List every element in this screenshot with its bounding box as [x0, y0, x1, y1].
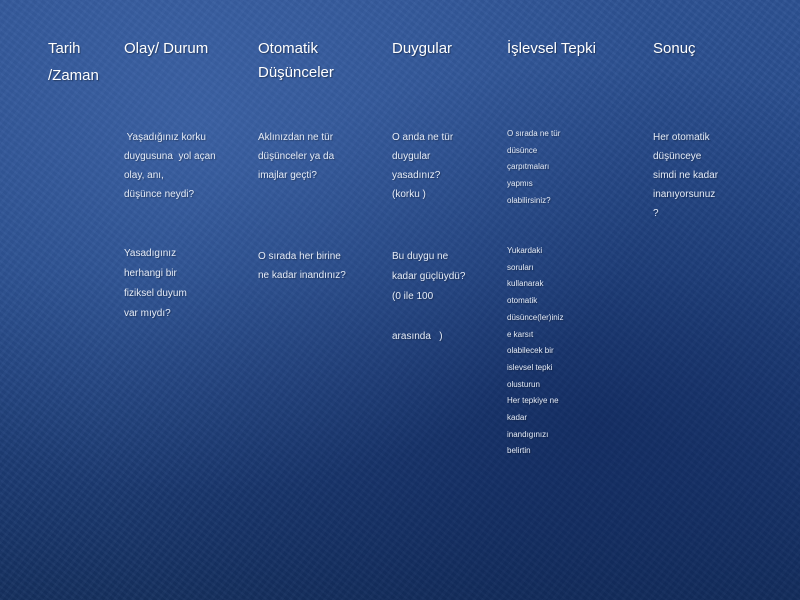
row1-otomatik-line: düşünceler ya da — [258, 151, 335, 162]
header-sonuc-line-1: Sonuç — [653, 40, 696, 57]
row1-otomatik-cell: Aklınızdan ne tür düşünceler ya da imajl… — [258, 128, 334, 185]
row2-islevsel-line: otomatik — [507, 296, 538, 306]
row2-islevsel-line: Yukardaki — [507, 246, 543, 255]
slide: Tarih /Zaman Olay/ Durum Otomatik Düşünc… — [0, 0, 800, 600]
row2-islevsel-line: olusturun — [507, 379, 540, 389]
row1-olay-line: olay, anı, — [124, 170, 164, 181]
row1-duygular-line: duygular — [392, 151, 431, 162]
row2-islevsel-line: e karsıt — [507, 329, 534, 339]
header-tarih-line-1: Tarih — [48, 40, 81, 57]
row2-otomatik-line: O sırada her birine — [258, 251, 341, 262]
header-olay-line-1: Olay/ Durum — [124, 40, 209, 57]
row2-otomatik-cell: O sırada her birine ne kadar inandınız? — [258, 247, 346, 285]
row1-islevsel-line: çarpıtmaları — [507, 162, 550, 172]
row1-islevsel-line: olabilirsiniz? — [507, 195, 551, 205]
row2-duygular-line: kadar güçlüydü? — [392, 271, 466, 282]
row1-duygular-line: (korku ) — [392, 189, 426, 200]
row1-duygular-cell: O anda ne tür duygular yasadınız? (korku… — [392, 128, 453, 204]
row2-duygular-cell: Bu duygu ne kadar güçlüydü? (0 ile 100 a… — [392, 247, 465, 347]
row1-islevsel-line: O sırada ne tür — [507, 129, 561, 138]
row1-olay-line: duygusuna yol açan — [124, 151, 216, 162]
row1-sonuc-line: simdi ne kadar — [653, 170, 719, 181]
row2-duygular-line: Bu duygu ne — [392, 251, 449, 262]
row1-otomatik-line: Aklınızdan ne tür — [258, 132, 334, 143]
header-islevsel-line-1: İşlevsel Tepki — [507, 40, 596, 57]
header-sonuc: Sonuç — [653, 37, 696, 61]
row2-olay-cell: Yasadıgınız herhangi bir fiziksel duyum … — [124, 244, 187, 324]
row1-sonuc-cell: Her otomatik düşünceye simdi ne kadar in… — [653, 128, 718, 223]
row2-otomatik-line: ne kadar inandınız? — [258, 270, 346, 281]
row1-sonuc-line: Her otomatik — [653, 132, 710, 143]
header-otomatik-line-1: Otomatik — [258, 40, 319, 57]
row1-otomatik-line: imajlar geçti? — [258, 170, 317, 181]
row2-islevsel-line: inandıgınızı — [507, 429, 549, 439]
header-duygular-line-1: Duygular — [392, 40, 453, 57]
row2-islevsel-line: Her tepkiye ne — [507, 396, 559, 406]
row2-islevsel-line: islevsel tepki — [507, 362, 553, 372]
row2-olay-line: herhangi bir — [124, 268, 177, 279]
row1-sonuc-line: inanıyorsunuz — [653, 189, 716, 200]
header-otomatik: Otomatik Düşünceler — [258, 37, 334, 85]
row1-islevsel-cell: O sırada ne tür düsünce çarpıtmaları yap… — [507, 126, 560, 210]
row1-olay-line: düşünce neydi? — [124, 189, 195, 200]
header-otomatik-line-2: Düşünceler — [258, 64, 334, 81]
row2-islevsel-line: düsünce(ler)iniz — [507, 312, 564, 322]
row2-islevsel-cell: Yukardaki soruları kullanarak otomatik d… — [507, 243, 563, 460]
row2-islevsel-line: kadar — [507, 413, 528, 423]
row1-sonuc-line: düşünceye — [653, 151, 702, 162]
header-duygular: Duygular — [392, 37, 452, 61]
header-olay: Olay/ Durum — [124, 37, 208, 61]
row2-islevsel-line: kullanarak — [507, 279, 544, 289]
row1-islevsel-line: düsünce — [507, 145, 538, 155]
row1-sonuc-line: ? — [653, 208, 659, 219]
row2-olay-line: Yasadıgınız — [124, 248, 177, 259]
row2-olay-line: var mıydı? — [124, 308, 171, 319]
header-tarih-line-2: /Zaman — [48, 67, 99, 84]
row1-duygular-line: yasadınız? — [392, 170, 441, 181]
row1-duygular-line: O anda ne tür — [392, 132, 454, 143]
row2-islevsel-line: olabilecek bir — [507, 346, 554, 356]
row1-olay-cell: Yaşadığınız korku duygusuna yol açan ola… — [124, 128, 216, 204]
row1-olay-line: Yaşadığınız korku — [124, 132, 206, 143]
row2-islevsel-line: soruları — [507, 262, 534, 272]
row2-olay-line: fiziksel duyum — [124, 288, 187, 299]
header-islevsel: İşlevsel Tepki — [507, 37, 596, 61]
row2-duygular-line: arasında ) — [392, 331, 443, 342]
row2-islevsel-line: belirtin — [507, 446, 531, 456]
header-tarih: Tarih /Zaman — [48, 37, 99, 88]
row1-islevsel-line: yapmıs — [507, 179, 533, 189]
row2-duygular-line: (0 ile 100 — [392, 291, 434, 302]
row2-duygular-line — [392, 307, 465, 327]
